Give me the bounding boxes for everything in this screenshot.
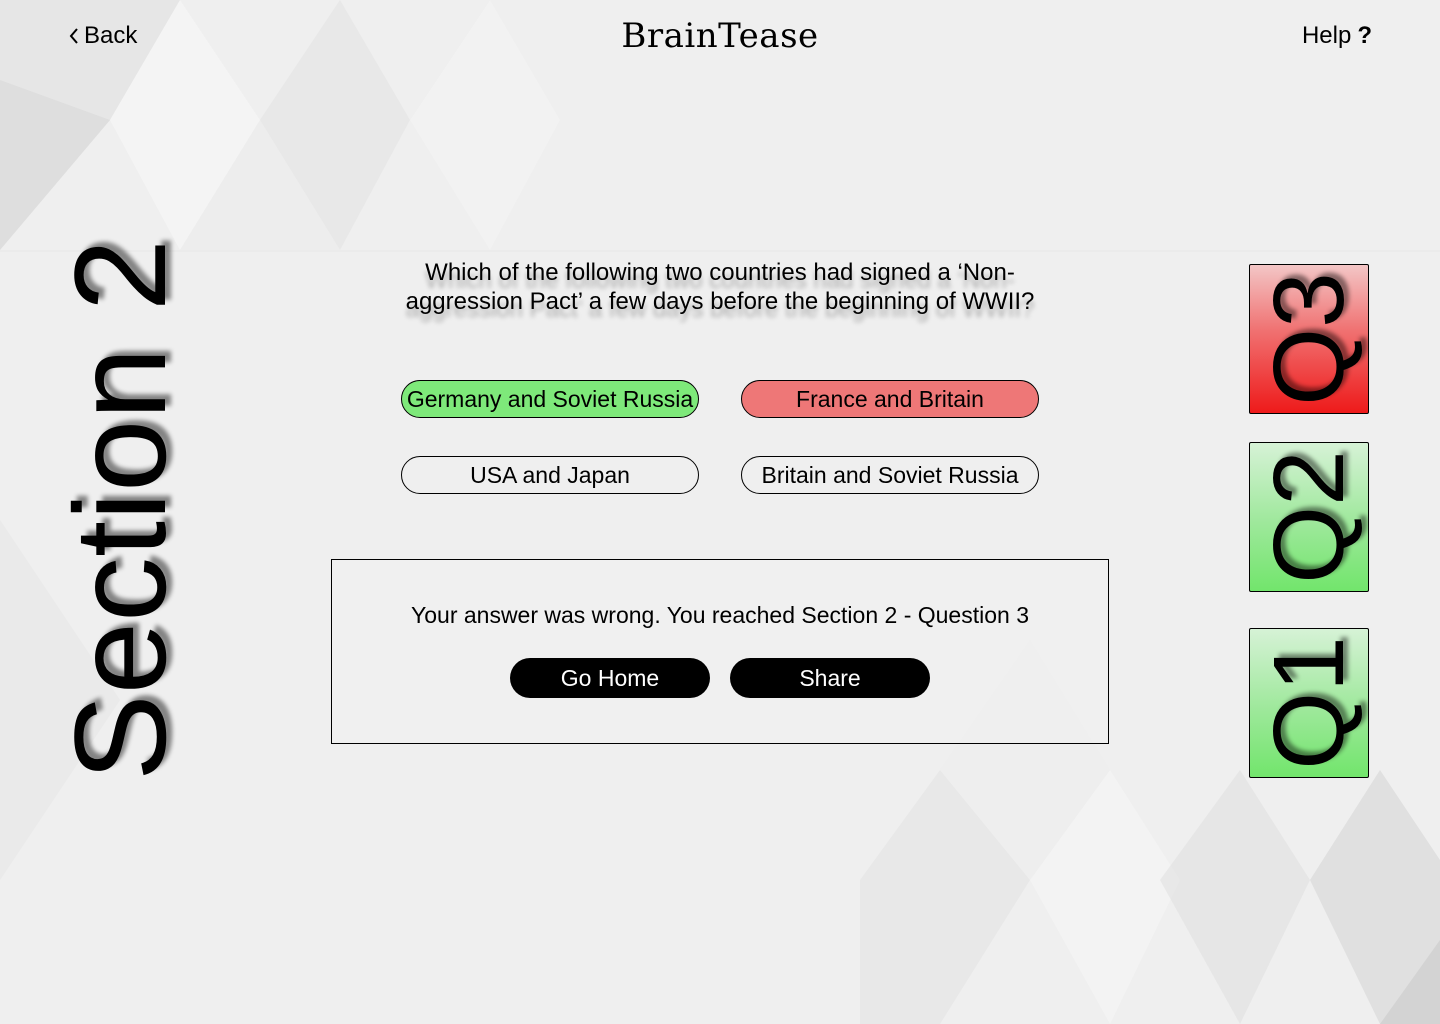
question-card-label: Q3 <box>1253 272 1365 406</box>
answer-option[interactable]: USA and Japan <box>401 456 699 494</box>
section-label: Section 2 <box>47 238 193 782</box>
share-button[interactable]: Share <box>730 658 930 698</box>
answer-option[interactable]: Britain and Soviet Russia <box>741 456 1039 494</box>
answer-option-correct[interactable]: Germany and Soviet Russia <box>401 380 699 418</box>
go-home-button[interactable]: Go Home <box>510 658 710 698</box>
help-label: Help <box>1301 22 1352 49</box>
answer-option-wrong[interactable]: France and Britain <box>741 380 1039 418</box>
help-button[interactable]: Help ? <box>1302 22 1372 50</box>
app-title: BrainTease <box>621 16 819 56</box>
question-card-q1: Q1 <box>1249 628 1369 778</box>
question-card-label: Q2 <box>1253 450 1365 584</box>
result-panel: Your answer was wrong. You reached Secti… <box>331 559 1109 744</box>
question-card-q3: Q3 <box>1249 264 1369 414</box>
chevron-left-icon <box>69 28 78 44</box>
back-label: Back <box>84 22 138 49</box>
back-button[interactable]: Back <box>68 22 137 50</box>
question-card-q2: Q2 <box>1249 442 1369 592</box>
question-mark-icon: ? <box>1357 22 1372 49</box>
result-message: Your answer was wrong. You reached Secti… <box>411 602 1029 628</box>
section-indicator: Section 2 <box>40 238 200 782</box>
background-pattern <box>0 0 1440 1024</box>
question-card-label: Q1 <box>1253 636 1365 770</box>
question-text: Which of the following two countries had… <box>405 259 1035 315</box>
